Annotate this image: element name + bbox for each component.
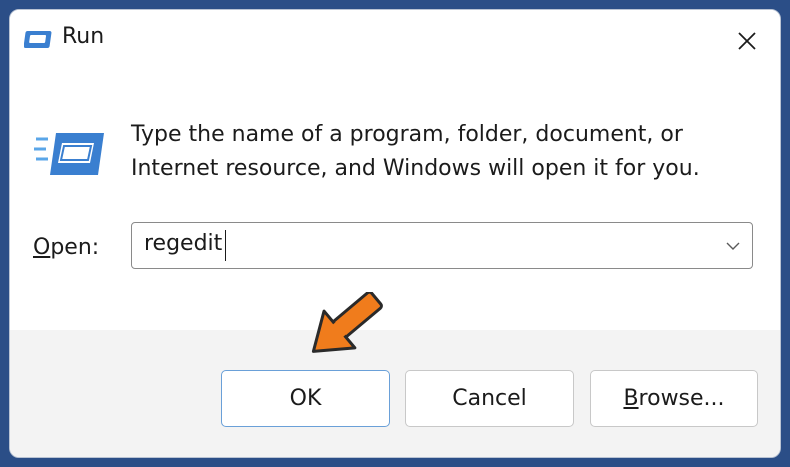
open-input[interactable]: regedit: [144, 231, 222, 256]
window-title: Run: [62, 24, 105, 49]
description-line-1: Type the name of a program, folder, docu…: [131, 122, 683, 147]
description-line-2: Internet resource, and Windows will open…: [131, 156, 700, 181]
chevron-down-icon: [726, 242, 740, 250]
title-bar: Run: [10, 10, 780, 72]
browse-mnemonic: B: [623, 386, 639, 411]
ok-button[interactable]: OK: [221, 370, 390, 427]
open-combobox[interactable]: regedit: [131, 222, 753, 269]
pointer-arrow-icon: [311, 292, 383, 353]
close-icon: [738, 32, 756, 50]
run-dialog: PC risk.com Run Type the name of a progr…: [9, 9, 781, 458]
cancel-button[interactable]: Cancel: [405, 370, 574, 427]
browse-button[interactable]: Browse...: [590, 370, 758, 427]
open-label-mnemonic: O: [33, 235, 51, 260]
open-label-text: pen:: [50, 235, 100, 260]
description: Type the name of a program, folder, docu…: [131, 118, 731, 186]
run-large-icon: [34, 133, 104, 175]
run-app-icon: [24, 31, 52, 48]
dropdown-button[interactable]: [722, 235, 744, 257]
browse-label: rowse...: [638, 386, 725, 411]
close-button[interactable]: [714, 10, 780, 72]
text-caret: [225, 230, 226, 261]
open-label: Open:: [33, 235, 99, 260]
